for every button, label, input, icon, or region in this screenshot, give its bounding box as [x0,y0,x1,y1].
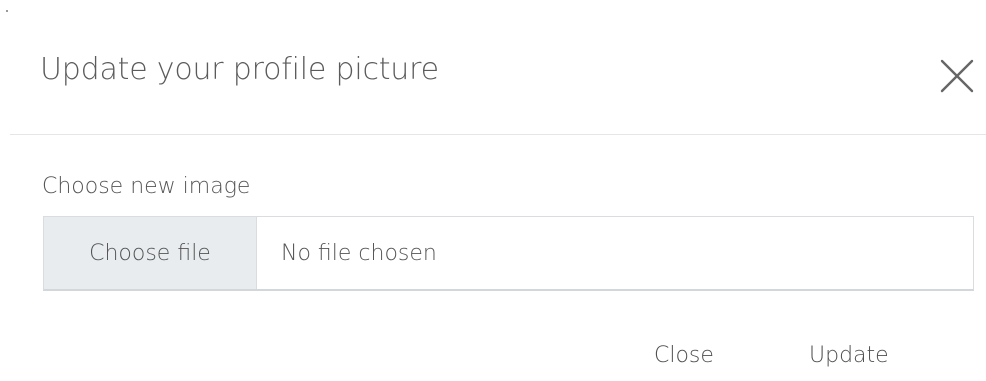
update-button[interactable]: Update [809,343,889,368]
file-upload-input[interactable]: Choose file No file chosen [43,216,974,291]
image-field-label: Choose new image [42,174,251,199]
modal-header: Update your profile picture [0,0,986,135]
choose-file-button[interactable]: Choose file [44,217,257,289]
profile-picture-modal: Update your profile picture Choose new i… [0,0,986,381]
close-icon[interactable] [936,55,978,97]
modal-title: Update your profile picture [40,52,439,87]
close-button[interactable]: Close [654,343,714,368]
header-divider [10,134,986,135]
file-status-text: No file chosen [281,240,437,266]
